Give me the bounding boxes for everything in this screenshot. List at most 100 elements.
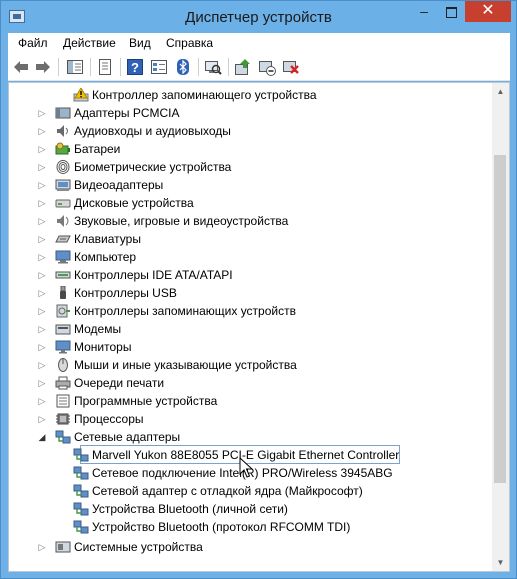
- expand-arrow-icon[interactable]: ▷: [37, 542, 47, 552]
- menu-action[interactable]: Действие: [63, 36, 116, 50]
- menu-bar: Файл Действие Вид Справка: [8, 33, 510, 53]
- scan-hardware-icon[interactable]: [204, 58, 222, 76]
- tree-category-batteries[interactable]: ▷ Батареи: [9, 140, 493, 158]
- toolbar: ?: [8, 53, 510, 81]
- tree-category-label: Мыши и иные указывающие устройства: [74, 358, 297, 372]
- tree-item[interactable]: Контроллер запоминающего устройства: [9, 86, 493, 104]
- expand-arrow-icon[interactable]: ▷: [37, 378, 47, 388]
- expand-arrow-icon[interactable]: ▷: [37, 288, 47, 298]
- expand-arrow-icon[interactable]: ▷: [37, 198, 47, 208]
- device-tree[interactable]: Контроллер запоминающего устройства ▷ Ад…: [9, 83, 493, 571]
- scroll-down-arrow-icon[interactable]: ▼: [492, 554, 509, 571]
- tree-item[interactable]: Устройство Bluetooth (протокол RFCOMM TD…: [9, 518, 493, 536]
- uninstall-device-icon[interactable]: [282, 58, 300, 76]
- expand-arrow-icon[interactable]: ▷: [37, 108, 47, 118]
- tree-category-sound-video[interactable]: ▷ Звуковые, игровые и видеоустройства: [9, 212, 493, 230]
- tree-category-ide-controllers[interactable]: ▷ Контроллеры IDE ATA/ATAPI: [9, 266, 493, 284]
- device-manager-window: Диспетчер устройств – ✕ Файл Действие Ви…: [0, 0, 517, 579]
- expand-arrow-icon[interactable]: ▷: [37, 324, 47, 334]
- monitor-icon: [55, 340, 71, 354]
- tree-category-software-devices[interactable]: ▷ Программные устройства: [9, 392, 493, 410]
- tree-category-processors[interactable]: ▷ Процессоры: [9, 410, 493, 428]
- tree-category-label: Модемы: [74, 322, 122, 336]
- menu-view[interactable]: Вид: [129, 36, 151, 50]
- tree-category-label: Клавиатуры: [74, 232, 141, 246]
- back-icon[interactable]: [12, 58, 30, 76]
- tree-item-label: Устройства Bluetooth (личной сети): [92, 502, 288, 516]
- expand-arrow-icon[interactable]: ▷: [37, 234, 47, 244]
- storage-controller-icon: [56, 304, 70, 318]
- tree-category-label: Контроллеры IDE ATA/ATAPI: [74, 268, 233, 282]
- modem-icon: [55, 324, 71, 335]
- collapse-arrow-icon[interactable]: ◢: [37, 432, 47, 442]
- expand-arrow-icon[interactable]: ▷: [37, 180, 47, 190]
- sound-icon: [57, 215, 69, 227]
- expand-arrow-icon[interactable]: ▷: [37, 144, 47, 154]
- bluetooth-icon[interactable]: [174, 58, 192, 76]
- battery-icon: [55, 142, 70, 155]
- tree-item[interactable]: Устройства Bluetooth (личной сети): [9, 500, 493, 518]
- network-adapter-icon: [73, 502, 89, 516]
- vertical-scrollbar[interactable]: ▲ ▼: [492, 83, 509, 571]
- update-driver-icon[interactable]: [234, 58, 252, 76]
- tree-category-monitors[interactable]: ▷ Мониторы: [9, 338, 493, 356]
- scroll-up-arrow-icon[interactable]: ▲: [492, 83, 509, 100]
- close-button[interactable]: ✕: [465, 1, 511, 22]
- tree-category-print-queues[interactable]: ▷ Очереди печати: [9, 374, 493, 392]
- svg-text:?: ?: [131, 60, 139, 75]
- tree-item-label: Сетевой адаптер с отладкой ядра (Майкрос…: [92, 484, 363, 498]
- help-icon[interactable]: ?: [126, 58, 144, 76]
- forward-icon[interactable]: [34, 58, 52, 76]
- computer-icon: [55, 250, 71, 264]
- tree-category-network-adapters[interactable]: ◢ Сетевые адаптеры: [9, 428, 493, 446]
- fingerprint-icon: [56, 160, 70, 174]
- usb-icon: [60, 286, 66, 299]
- tree-category-mice[interactable]: ▷ Мыши и иные указывающие устройства: [9, 356, 493, 374]
- expand-arrow-icon[interactable]: ▷: [37, 162, 47, 172]
- tree-category-pcmcia[interactable]: ▷ Адаптеры PCMCIA: [9, 104, 493, 122]
- menu-file[interactable]: Файл: [18, 36, 48, 50]
- properties-icon[interactable]: [96, 58, 114, 76]
- tree-category-label: Видеоадаптеры: [74, 178, 164, 192]
- tree-category-label: Программные устройства: [74, 394, 218, 408]
- disk-drive-icon: [55, 199, 71, 208]
- tree-category-storage-controllers[interactable]: ▷ Контроллеры запоминающих устройств: [9, 302, 493, 320]
- tree-category-computer[interactable]: ▷ Компьютер: [9, 248, 493, 266]
- title-bar[interactable]: Диспетчер устройств – ✕: [1, 1, 516, 33]
- toolbar-separator: [198, 58, 199, 76]
- expand-arrow-icon[interactable]: ▷: [37, 414, 47, 424]
- expand-arrow-icon[interactable]: ▷: [37, 342, 47, 352]
- maximize-button[interactable]: [438, 1, 465, 22]
- expand-arrow-icon[interactable]: ▷: [37, 396, 47, 406]
- tree-category-label: Батареи: [74, 142, 121, 156]
- expand-arrow-icon[interactable]: ▷: [37, 126, 47, 136]
- scrollbar-thumb[interactable]: [494, 155, 506, 483]
- tree-category-display-adapters[interactable]: ▷ Видеоадаптеры: [9, 176, 493, 194]
- show-hide-tree-icon[interactable]: [66, 58, 84, 76]
- tree-category-biometric[interactable]: ▷ Биометрические устройства: [9, 158, 493, 176]
- expand-arrow-icon[interactable]: ▷: [37, 252, 47, 262]
- expand-arrow-icon[interactable]: ▷: [37, 270, 47, 280]
- toolbar-separator: [90, 58, 91, 76]
- tree-category-disk-drives[interactable]: ▷ Дисковые устройства: [9, 194, 493, 212]
- expand-arrow-icon[interactable]: ▷: [37, 360, 47, 370]
- tree-category-system-devices[interactable]: ▷ Системные устройства: [9, 538, 493, 556]
- tree-category-audio-io[interactable]: ▷ Аудиовходы и аудиовыходы: [9, 122, 493, 140]
- mouse-icon: [58, 358, 68, 372]
- tree-category-label: Процессоры: [74, 412, 144, 426]
- tree-category-usb-controllers[interactable]: ▷ Контроллеры USB: [9, 284, 493, 302]
- disable-device-icon[interactable]: [258, 58, 276, 76]
- tree-category-label: Аудиовходы и аудиовыходы: [74, 124, 231, 138]
- tree-category-modems[interactable]: ▷ Модемы: [9, 320, 493, 338]
- ide-controller-icon: [55, 271, 71, 279]
- menu-help[interactable]: Справка: [166, 36, 213, 50]
- maximize-icon: [446, 6, 457, 18]
- minimize-button[interactable]: –: [410, 1, 438, 22]
- tree-category-label: Очереди печати: [74, 376, 165, 390]
- network-adapter-icon: [73, 520, 89, 534]
- tree-category-keyboards[interactable]: ▷ Клавиатуры: [9, 230, 493, 248]
- expand-arrow-icon[interactable]: ▷: [37, 216, 47, 226]
- view-icon[interactable]: [150, 58, 168, 76]
- expand-arrow-icon[interactable]: ▷: [37, 306, 47, 316]
- tree-item[interactable]: Сетевой адаптер с отладкой ядра (Майкрос…: [9, 482, 493, 500]
